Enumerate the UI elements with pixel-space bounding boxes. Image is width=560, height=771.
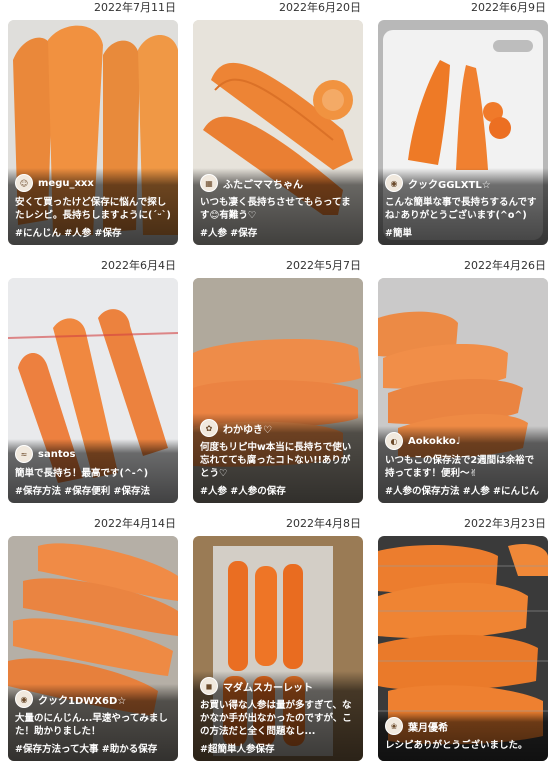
tsukurepo-card[interactable]: 2022年4月14日 ◉ クック1DWX6D☆ 大量のにんじん...早速やってみ…: [8, 516, 178, 761]
hashtags[interactable]: #人参 #人参の保存: [200, 483, 357, 497]
card-caption: ▦ ふたごママちゃん いつも凄く長持ちさせてもらってます😊有難う♡ #人参 #保…: [193, 168, 363, 245]
hashtags[interactable]: #人参の保存方法 #人参 #にんじん: [385, 483, 542, 497]
card-caption: ◼ マダムスカーレット お買い得な人参は量が多すぎて、なかなか手が出なかったので…: [193, 671, 363, 761]
report-comment: レシピありがとうございました。: [385, 740, 528, 751]
card-caption: ✿ わかゆき♡ 何度もリピ中w本当に長持ちで使い忘れてても腐ったコトない!!あり…: [193, 413, 363, 503]
report-comment: お買い得な人参は量が多すぎて、なかなか手が出なかったのですが、この方法だと全く問…: [200, 700, 352, 737]
tsukurepo-card[interactable]: 2022年4月8日 ◼ マダムスカーレット お買い得な人参は量が多すぎて、なかな…: [193, 516, 363, 761]
report-comment: 安くて買ったけど保存に悩んで探したレシピ。長持ちしますように(´ᵕ`): [15, 197, 171, 221]
report-comment: 簡単で長持ち！最高です(^-^): [15, 468, 149, 479]
hashtags[interactable]: #人参 #保存: [200, 225, 357, 239]
report-comment: いつも凄く長持ちさせてもらってます😊有難う♡: [200, 197, 351, 221]
user-name[interactable]: マダムスカーレット: [223, 679, 313, 694]
report-date: 2022年3月23日: [464, 517, 546, 530]
flower-avatar-icon: ✿: [200, 419, 218, 437]
leaf-avatar-icon: ❀: [385, 717, 403, 735]
report-comment: こんな簡単な事で長持ちするんですね♪ありがとうございます(^o^): [385, 197, 537, 221]
report-photo[interactable]: ◉ クックGGLXTL☆ こんな簡単な事で長持ちするんですね♪ありがとうございま…: [378, 20, 548, 245]
user-name[interactable]: クックGGLXTL☆: [408, 176, 491, 191]
car-avatar-icon: ◼: [200, 677, 218, 695]
hashtags[interactable]: #保存方法 #保存便利 #保存法: [15, 483, 172, 497]
report-date: 2022年5月7日: [286, 259, 361, 272]
report-date: 2022年4月14日: [94, 517, 176, 530]
report-comment: いつもこの保存法で2週間は余裕で持ってます！便利〜✌: [385, 455, 535, 479]
face-avatar-icon: ☺: [15, 174, 33, 192]
tsukurepo-card[interactable]: 2022年6月4日 ≈ santos 簡単で長持ち！最高です(^-^) #保存方…: [8, 258, 178, 503]
user-name[interactable]: megu_xxx: [38, 178, 94, 189]
chef-avatar-icon: ◉: [15, 690, 33, 708]
pattern-avatar-icon: ▦: [200, 174, 218, 192]
report-photo[interactable]: ◼ マダムスカーレット お買い得な人参は量が多すぎて、なかなか手が出なかったので…: [193, 536, 363, 761]
card-caption: ◉ クックGGLXTL☆ こんな簡単な事で長持ちするんですね♪ありがとうございま…: [378, 168, 548, 245]
report-photo[interactable]: ◉ クック1DWX6D☆ 大量のにんじん...早速やってみました！助かりました！…: [8, 536, 178, 761]
report-date: 2022年6月4日: [101, 259, 176, 272]
card-caption: ◉ クック1DWX6D☆ 大量のにんじん...早速やってみました！助かりました！…: [8, 684, 178, 761]
tsukurepo-card[interactable]: 2022年3月23日 ❀ 葉月優希 レシピありがとうございました。: [378, 516, 548, 761]
report-comment: 大量のにんじん...早速やってみました！助かりました！: [15, 713, 168, 737]
report-date: 2022年4月8日: [286, 517, 361, 530]
tsukurepo-card[interactable]: 2022年4月26日 ◐ Aokokko♩ いつもこの保存法で2週間は余裕で持っ…: [378, 258, 548, 503]
card-caption: ☺ megu_xxx 安くて買ったけど保存に悩んで探したレシピ。長持ちしますよう…: [8, 168, 178, 245]
card-caption: ≈ santos 簡単で長持ち！最高です(^-^) #保存方法 #保存便利 #保…: [8, 439, 178, 503]
hashtags[interactable]: #にんじん #人参 #保存: [15, 225, 172, 239]
hashtags[interactable]: #超簡単人参保存: [200, 741, 357, 755]
card-caption: ❀ 葉月優希 レシピありがとうございました。: [378, 711, 548, 761]
tsukurepo-card[interactable]: 2022年5月7日 ✿ わかゆき♡ 何度もリピ中w本当に長持ちで使い忘れてても腐…: [193, 258, 363, 503]
report-photo[interactable]: ❀ 葉月優希 レシピありがとうございました。: [378, 536, 548, 761]
user-name[interactable]: クック1DWX6D☆: [38, 692, 126, 707]
report-date: 2022年7月11日: [94, 1, 176, 14]
tsukurepo-card[interactable]: 2022年7月11日 ☺ megu_xxx 安くて買ったけど保存に悩んで探したレ…: [8, 0, 178, 245]
report-comment: 何度もリピ中w本当に長持ちで使い忘れてても腐ったコトない!!ありがとう♡: [200, 442, 352, 479]
report-photo[interactable]: ◐ Aokokko♩ いつもこの保存法で2週間は余裕で持ってます！便利〜✌ #人…: [378, 278, 548, 503]
report-photo[interactable]: ≈ santos 簡単で長持ち！最高です(^-^) #保存方法 #保存便利 #保…: [8, 278, 178, 503]
user-name[interactable]: Aokokko♩: [408, 436, 460, 447]
user-name[interactable]: santos: [38, 449, 75, 460]
hashtags[interactable]: #保存方法って大事 #助かる保存: [15, 741, 172, 755]
report-date: 2022年4月26日: [464, 259, 546, 272]
wave-avatar-icon: ≈: [15, 445, 33, 463]
card-caption: ◐ Aokokko♩ いつもこの保存法で2週間は余裕で持ってます！便利〜✌ #人…: [378, 426, 548, 503]
tsukurepo-card[interactable]: 2022年6月20日 ▦ ふたごママちゃん いつも凄く長持ちさせてもらってます😊…: [193, 0, 363, 245]
user-name[interactable]: 葉月優希: [408, 719, 448, 734]
report-date: 2022年6月9日: [471, 1, 546, 14]
report-photo[interactable]: ☺ megu_xxx 安くて買ったけど保存に悩んで探したレシピ。長持ちしますよう…: [8, 20, 178, 245]
photo-avatar-icon: ◐: [385, 432, 403, 450]
tsukurepo-card[interactable]: 2022年6月9日 ◉ クックGGLXTL☆ こんな簡単な事で長持ちするんですね…: [378, 0, 548, 245]
user-name[interactable]: ふたごママちゃん: [223, 176, 303, 191]
report-photo[interactable]: ▦ ふたごママちゃん いつも凄く長持ちさせてもらってます😊有難う♡ #人参 #保…: [193, 20, 363, 245]
report-date: 2022年6月20日: [279, 1, 361, 14]
user-name[interactable]: わかゆき♡: [223, 421, 272, 436]
chef-avatar-icon: ◉: [385, 174, 403, 192]
hashtags[interactable]: #簡単: [385, 225, 542, 239]
report-photo[interactable]: ✿ わかゆき♡ 何度もリピ中w本当に長持ちで使い忘れてても腐ったコトない!!あり…: [193, 278, 363, 503]
